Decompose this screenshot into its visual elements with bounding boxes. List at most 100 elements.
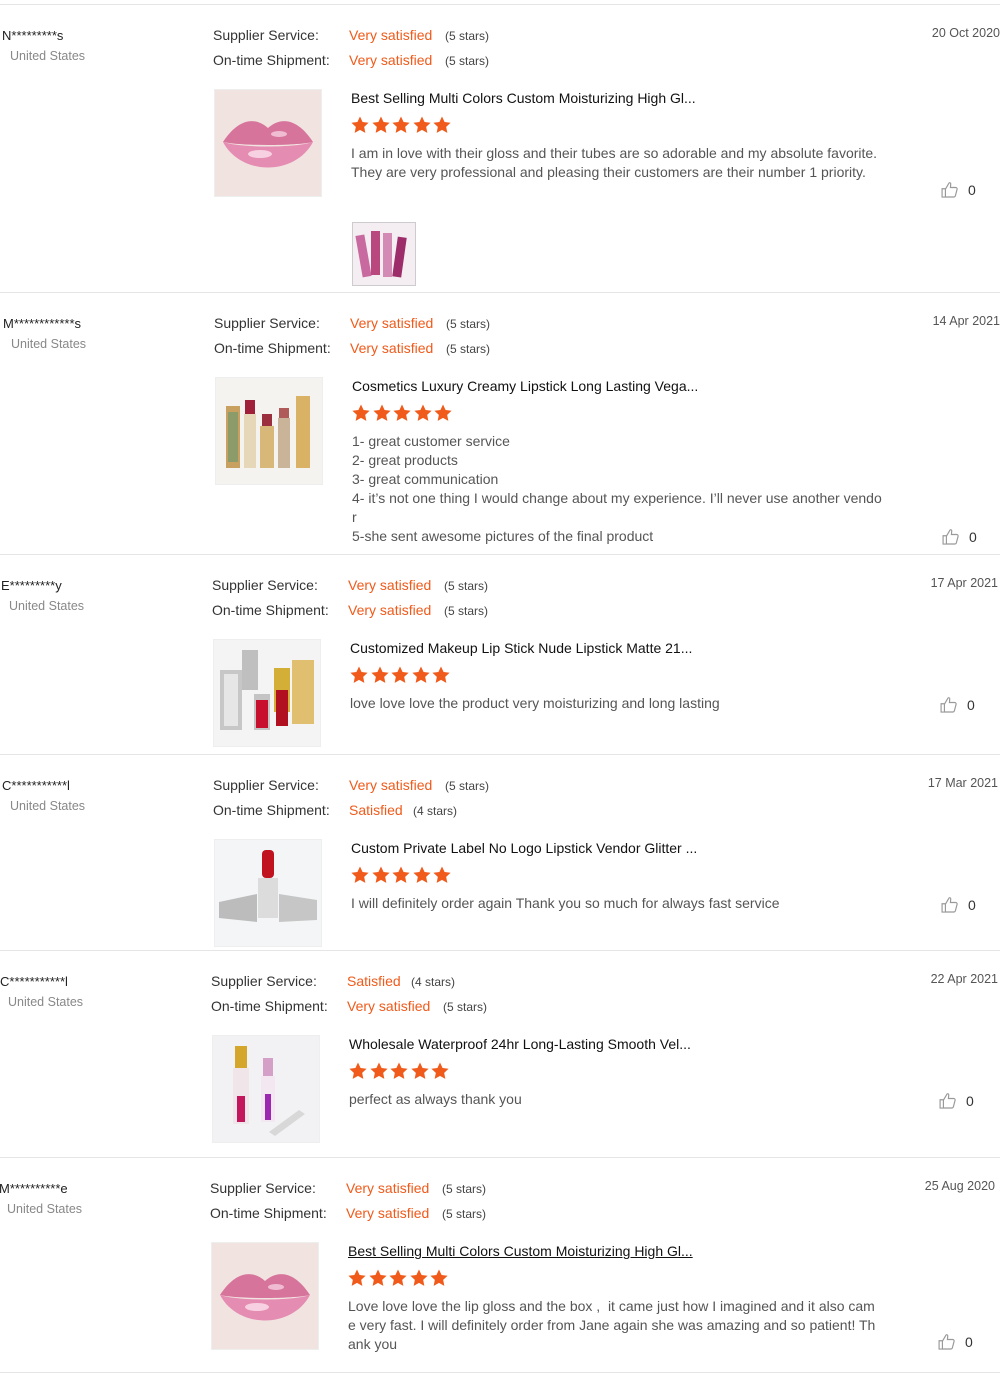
review-date: 17 Apr 2021 [930, 576, 998, 590]
star-icon [432, 865, 452, 885]
star-icon [390, 665, 410, 685]
supplier-service-label: Supplier Service: [214, 315, 320, 331]
ontime-shipment-label: On-time Shipment: [213, 52, 330, 68]
product-title-link[interactable]: Custom Private Label No Logo Lipstick Ve… [351, 840, 697, 856]
review-divider [0, 754, 1000, 755]
review-divider [0, 950, 1000, 951]
star-icon [391, 115, 411, 135]
supplier-service-rating: Very satisfied [350, 315, 434, 331]
ontime-shipment-stars: (5 stars) [442, 1207, 487, 1221]
ontime-shipment-rating: Satisfied [349, 802, 403, 818]
like-button[interactable]: 0 [938, 1091, 974, 1111]
star-icon [368, 1268, 388, 1288]
star-icon [413, 403, 433, 423]
review-divider [0, 292, 1000, 293]
review-text: perfect as always thank you [349, 1091, 522, 1107]
like-button[interactable]: 0 [940, 180, 976, 200]
thumbs-up-icon [941, 527, 961, 547]
like-count: 0 [969, 529, 977, 545]
supplier-service-rating: Very satisfied [346, 1180, 430, 1196]
supplier-service-stars: (5 stars) [444, 579, 489, 593]
like-button[interactable]: 0 [939, 695, 975, 715]
product-thumbnail[interactable] [213, 639, 321, 747]
like-button[interactable]: 0 [941, 527, 977, 547]
product-title-link[interactable]: Customized Makeup Lip Stick Nude Lipstic… [350, 640, 692, 656]
reviewer-name: N*********s [2, 28, 64, 43]
product-title-link[interactable]: Wholesale Waterproof 24hr Long-Lasting S… [349, 1036, 691, 1052]
star-icon [431, 665, 451, 685]
review-date: 14 Apr 2021 [932, 314, 1000, 328]
reviewer-name: E*********y [1, 578, 62, 593]
like-count: 0 [967, 697, 975, 713]
product-title-link[interactable]: Cosmetics Luxury Creamy Lipstick Long La… [352, 378, 698, 394]
reviewer-name: M**********e [0, 1181, 68, 1196]
review-stars [348, 1061, 451, 1081]
supplier-service-stars: (5 stars) [445, 779, 490, 793]
like-count: 0 [965, 1334, 973, 1350]
product-thumbnail[interactable] [211, 1242, 319, 1350]
star-icon [348, 1061, 368, 1081]
ontime-shipment-stars: (4 stars) [413, 804, 458, 818]
attached-review-photo[interactable] [352, 222, 416, 286]
supplier-service-rating: Satisfied [347, 973, 401, 989]
ontime-shipment-stars: (5 stars) [446, 342, 491, 356]
supplier-service-rating: Very satisfied [349, 27, 433, 43]
star-icon [349, 665, 369, 685]
like-button[interactable]: 0 [940, 895, 976, 915]
supplier-service-label: Supplier Service: [211, 973, 317, 989]
star-icon [410, 1061, 430, 1081]
reviewer-country: United States [10, 49, 86, 63]
supplier-service-stars: (5 stars) [442, 1182, 487, 1196]
star-icon [412, 865, 432, 885]
star-icon [389, 1061, 409, 1081]
star-icon [430, 1061, 450, 1081]
star-icon [351, 403, 371, 423]
product-title-link[interactable]: Best Selling Multi Colors Custom Moistur… [348, 1243, 693, 1259]
star-icon [392, 403, 412, 423]
star-icon [412, 115, 432, 135]
ontime-shipment-label: On-time Shipment: [210, 1205, 327, 1221]
ontime-shipment-rating: Very satisfied [347, 998, 431, 1014]
reviewer-name: C***********l [0, 974, 68, 989]
star-icon [369, 1061, 389, 1081]
star-icon [432, 115, 452, 135]
ontime-shipment-label: On-time Shipment: [214, 340, 331, 356]
review-text: love love love the product very moisturi… [350, 695, 720, 711]
product-title-link[interactable]: Best Selling Multi Colors Custom Moistur… [351, 90, 696, 106]
product-thumbnail[interactable] [215, 377, 323, 485]
reviewer-name: C***********l [2, 778, 70, 793]
reviewer-country: United States [9, 599, 85, 613]
star-icon [388, 1268, 408, 1288]
top-divider [0, 4, 1000, 5]
review-date: 20 Oct 2020 [931, 26, 1000, 40]
review-text: I will definitely order again Thank you … [351, 895, 780, 911]
ontime-shipment-label: On-time Shipment: [212, 602, 329, 618]
review-stars [349, 665, 452, 685]
product-thumbnail[interactable] [212, 1035, 320, 1143]
review-date: 25 Aug 2020 [924, 1179, 995, 1193]
like-count: 0 [966, 1093, 974, 1109]
ontime-shipment-rating: Very satisfied [348, 602, 432, 618]
review-text: 1- great customer service 2- great produ… [352, 433, 882, 544]
product-thumbnail[interactable] [214, 839, 322, 947]
reviewer-country: United States [8, 995, 84, 1009]
ontime-shipment-stars: (5 stars) [443, 1000, 488, 1014]
review-stars [350, 865, 453, 885]
star-icon [370, 665, 390, 685]
supplier-service-label: Supplier Service: [210, 1180, 316, 1196]
star-icon [411, 665, 431, 685]
supplier-service-label: Supplier Service: [213, 777, 319, 793]
product-thumbnail[interactable] [214, 89, 322, 197]
star-icon [391, 865, 411, 885]
thumbs-up-icon [939, 695, 959, 715]
reviewer-name: M************s [3, 316, 82, 331]
review-stars [350, 115, 453, 135]
reviewer-country: United States [7, 1202, 83, 1216]
ontime-shipment-label: On-time Shipment: [213, 802, 330, 818]
star-icon [372, 403, 392, 423]
star-icon [371, 865, 391, 885]
like-button[interactable]: 0 [937, 1332, 973, 1352]
review-stars [347, 1268, 450, 1288]
ontime-shipment-stars: (5 stars) [444, 604, 489, 618]
ontime-shipment-label: On-time Shipment: [211, 998, 328, 1014]
